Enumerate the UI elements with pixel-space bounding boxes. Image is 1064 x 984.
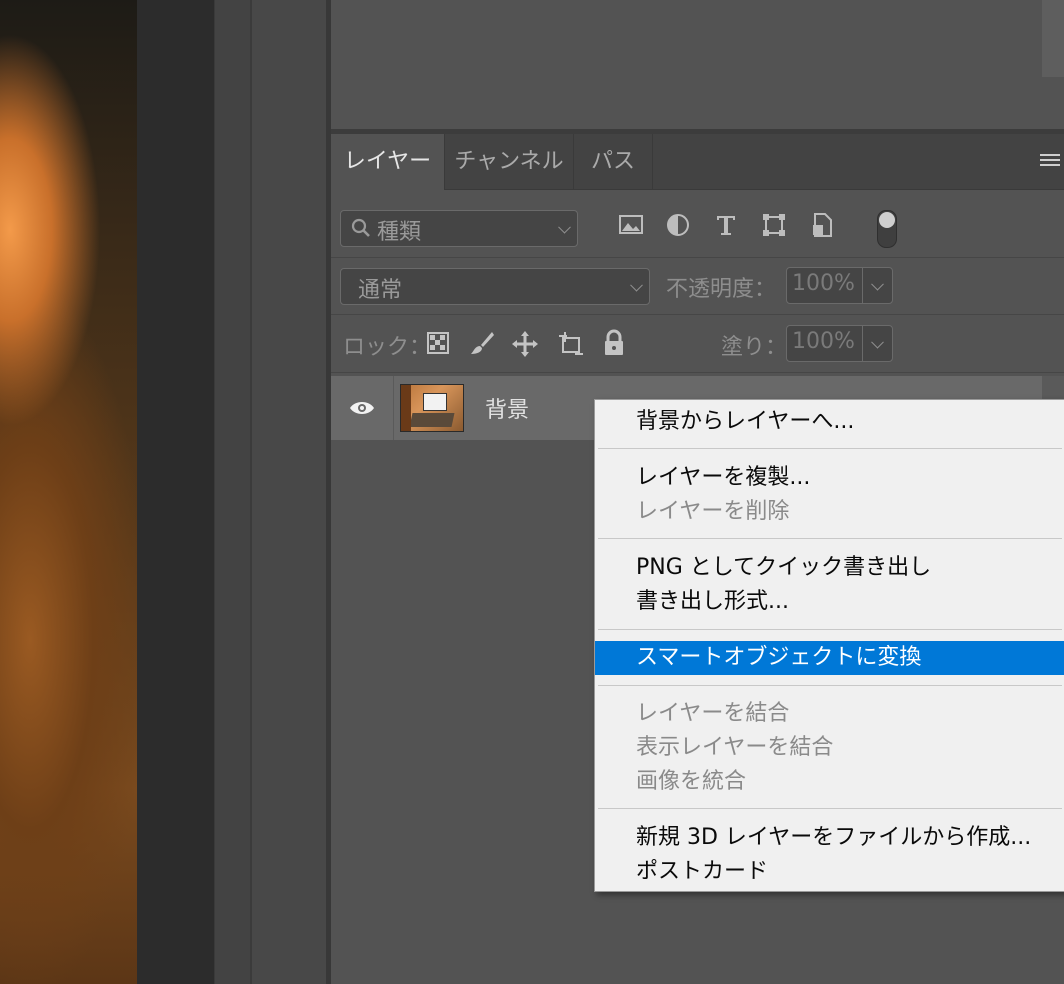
layers-panel-tabbar: レイヤー チャンネル パス bbox=[331, 134, 1064, 190]
upper-panel-scrollbar[interactable] bbox=[1042, 0, 1064, 77]
menu-separator bbox=[598, 538, 1062, 539]
tab-paths[interactable]: パス bbox=[574, 134, 653, 190]
tab-layers[interactable]: レイヤー bbox=[331, 134, 445, 190]
menu-item-layer-from-background[interactable]: 背景からレイヤーへ... bbox=[595, 405, 1064, 439]
lock-image-pixels-brush-icon[interactable] bbox=[469, 330, 495, 356]
chevron-down-icon bbox=[871, 277, 884, 291]
menu-item-flatten-image[interactable]: 画像を統合 bbox=[595, 765, 1064, 799]
layer-filter-select[interactable]: 種類 bbox=[340, 210, 578, 247]
adjustment-layer-filter-icon[interactable] bbox=[665, 212, 691, 238]
type-layer-filter-icon[interactable] bbox=[713, 212, 739, 238]
toggle-knob bbox=[879, 212, 895, 228]
canvas-image bbox=[0, 0, 137, 984]
lock-all-icon[interactable] bbox=[603, 329, 625, 357]
menu-item-export-as[interactable]: 書き出し形式... bbox=[595, 585, 1064, 619]
panel-dock-column-2 bbox=[250, 0, 328, 984]
layer-name: 背景 bbox=[485, 398, 530, 423]
panel-menu-icon[interactable] bbox=[1040, 154, 1060, 168]
fill-field[interactable]: 100% bbox=[786, 325, 893, 362]
row-separator bbox=[331, 257, 1064, 258]
row-separator bbox=[331, 372, 1064, 373]
menu-item-postcard[interactable]: ポストカード bbox=[595, 855, 1064, 889]
canvas-background bbox=[137, 0, 214, 984]
shape-layer-filter-icon[interactable] bbox=[761, 212, 787, 238]
chevron-down-icon bbox=[630, 278, 643, 292]
layer-visibility-toggle[interactable] bbox=[331, 376, 394, 440]
pixel-layer-filter-icon[interactable] bbox=[618, 212, 644, 238]
tab-channels[interactable]: チャンネル bbox=[445, 134, 574, 190]
eye-icon bbox=[350, 402, 374, 414]
menu-separator bbox=[598, 808, 1062, 809]
panel-dock-column bbox=[214, 0, 251, 984]
menu-item-new-3d-layer-from-file[interactable]: 新規 3D レイヤーをファイルから作成... bbox=[595, 821, 1064, 855]
fill-label: 塗り： bbox=[721, 335, 788, 360]
lock-label: ロック： bbox=[343, 335, 432, 360]
opacity-value: 100% bbox=[792, 271, 855, 296]
opacity-field[interactable]: 100% bbox=[786, 267, 893, 304]
menu-item-merge-layers[interactable]: レイヤーを結合 bbox=[595, 697, 1064, 731]
chevron-down-icon bbox=[871, 335, 884, 349]
filter-toggle-switch[interactable] bbox=[877, 210, 897, 248]
blend-mode-value: 通常 bbox=[358, 278, 403, 303]
fill-value: 100% bbox=[792, 329, 855, 354]
blend-mode-select[interactable]: 通常 bbox=[340, 268, 650, 305]
menu-item-delete-layer[interactable]: レイヤーを削除 bbox=[595, 495, 1064, 529]
lock-transparent-pixels-icon[interactable] bbox=[427, 332, 449, 354]
menu-item-convert-to-smart-object[interactable]: スマートオブジェクトに変換 bbox=[595, 641, 1064, 675]
search-icon bbox=[351, 218, 370, 237]
lock-position-move-icon[interactable] bbox=[511, 330, 539, 358]
menu-item-duplicate-layer[interactable]: レイヤーを複製... bbox=[595, 461, 1064, 495]
menu-item-quick-export-png[interactable]: PNG としてクイック書き出し bbox=[595, 551, 1064, 585]
menu-separator bbox=[598, 629, 1062, 630]
opacity-label: 不透明度： bbox=[666, 277, 777, 302]
row-separator bbox=[331, 314, 1064, 315]
upper-panel bbox=[331, 0, 1064, 129]
layer-filter-label: 種類 bbox=[377, 220, 422, 245]
menu-separator bbox=[598, 448, 1062, 449]
smart-object-filter-icon[interactable] bbox=[809, 212, 835, 238]
layer-thumbnail bbox=[400, 384, 464, 432]
menu-separator bbox=[598, 685, 1062, 686]
lock-artboard-icon[interactable] bbox=[557, 330, 585, 358]
chevron-down-icon bbox=[558, 220, 571, 234]
layer-context-menu: 背景からレイヤーへ... レイヤーを複製... レイヤーを削除 PNG としてク… bbox=[594, 399, 1064, 892]
menu-item-merge-visible[interactable]: 表示レイヤーを結合 bbox=[595, 731, 1064, 765]
